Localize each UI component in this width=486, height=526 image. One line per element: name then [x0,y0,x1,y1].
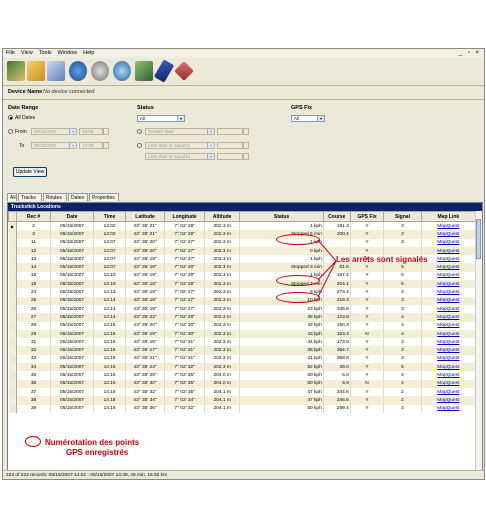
numbering-annotation-line2: GPS enregistrés [66,448,129,457]
stops-annotation: Les arrêts sont signalés [336,255,428,264]
numbering-annotation-line1: Numérotation des points [45,438,140,447]
